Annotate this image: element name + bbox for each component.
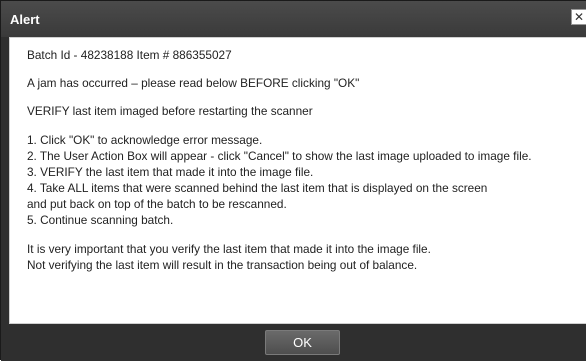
dialog-title: Alert [10,12,40,27]
verify-instruction: VERIFY last item imaged before restartin… [27,104,313,118]
batch-line: Batch Id - 48238188 Item # 886355027 [27,48,232,62]
ok-button[interactable]: OK [265,330,340,355]
step-1: 1. Click "OK" to acknowledge error messa… [27,133,263,147]
close-icon: ✕ [573,10,585,24]
step-2: 2. The User Action Box will appear - cli… [27,149,532,163]
step-4-continued: and put back on top of the batch to be r… [27,197,287,211]
jam-warning: A jam has occurred – please read below B… [27,76,360,90]
message-panel: Batch Id - 48238188 Item # 886355027 A j… [9,37,586,324]
step-3: 3. VERIFY the last item that made it int… [27,165,314,179]
important-note: It is very important that you verify the… [27,242,431,256]
dialog-titlebar: Alert ✕ [1,1,586,37]
alert-dialog: Alert ✕ Batch Id - 48238188 Item # 88635… [0,0,586,361]
step-5: 5. Continue scanning batch. [27,213,174,227]
balance-note: Not verifying the last item will result … [27,258,418,272]
close-button[interactable]: ✕ [571,9,586,25]
step-4: 4. Take ALL items that were scanned behi… [27,181,488,195]
